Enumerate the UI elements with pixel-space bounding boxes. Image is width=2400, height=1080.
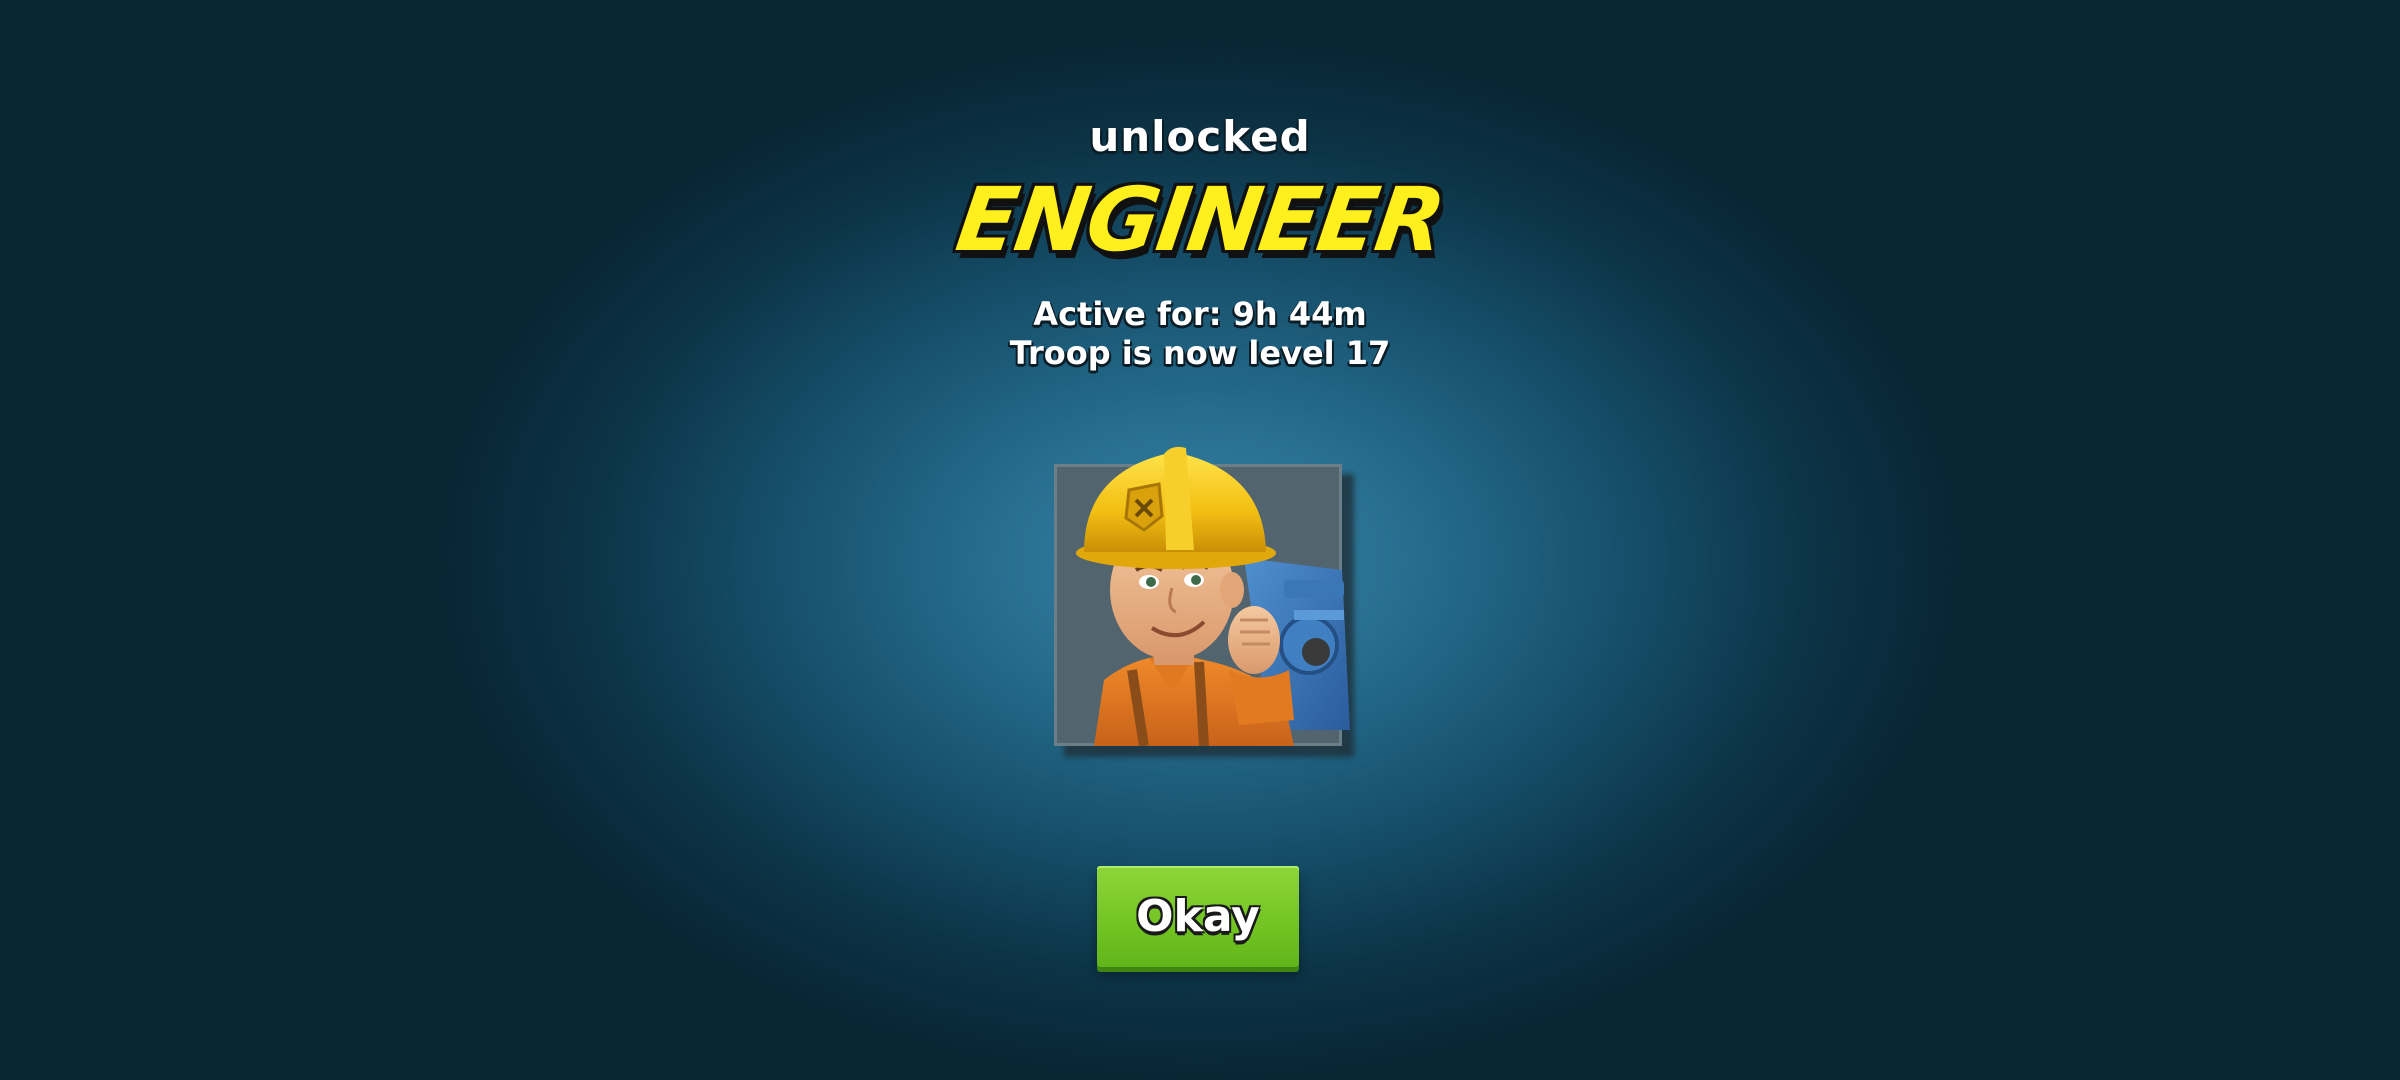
okay-button[interactable]: Okay — [1097, 866, 1299, 967]
troop-name-title: ENGINEER — [950, 168, 1450, 271]
unlocked-heading: unlocked — [1089, 112, 1311, 161]
active-duration-text: Active for: 9h 44m — [1033, 295, 1367, 333]
okay-button-label: Okay — [1136, 891, 1260, 942]
engineer-portrait-icon — [1076, 446, 1350, 746]
troop-level-text: Troop is now level 17 — [1009, 334, 1391, 372]
